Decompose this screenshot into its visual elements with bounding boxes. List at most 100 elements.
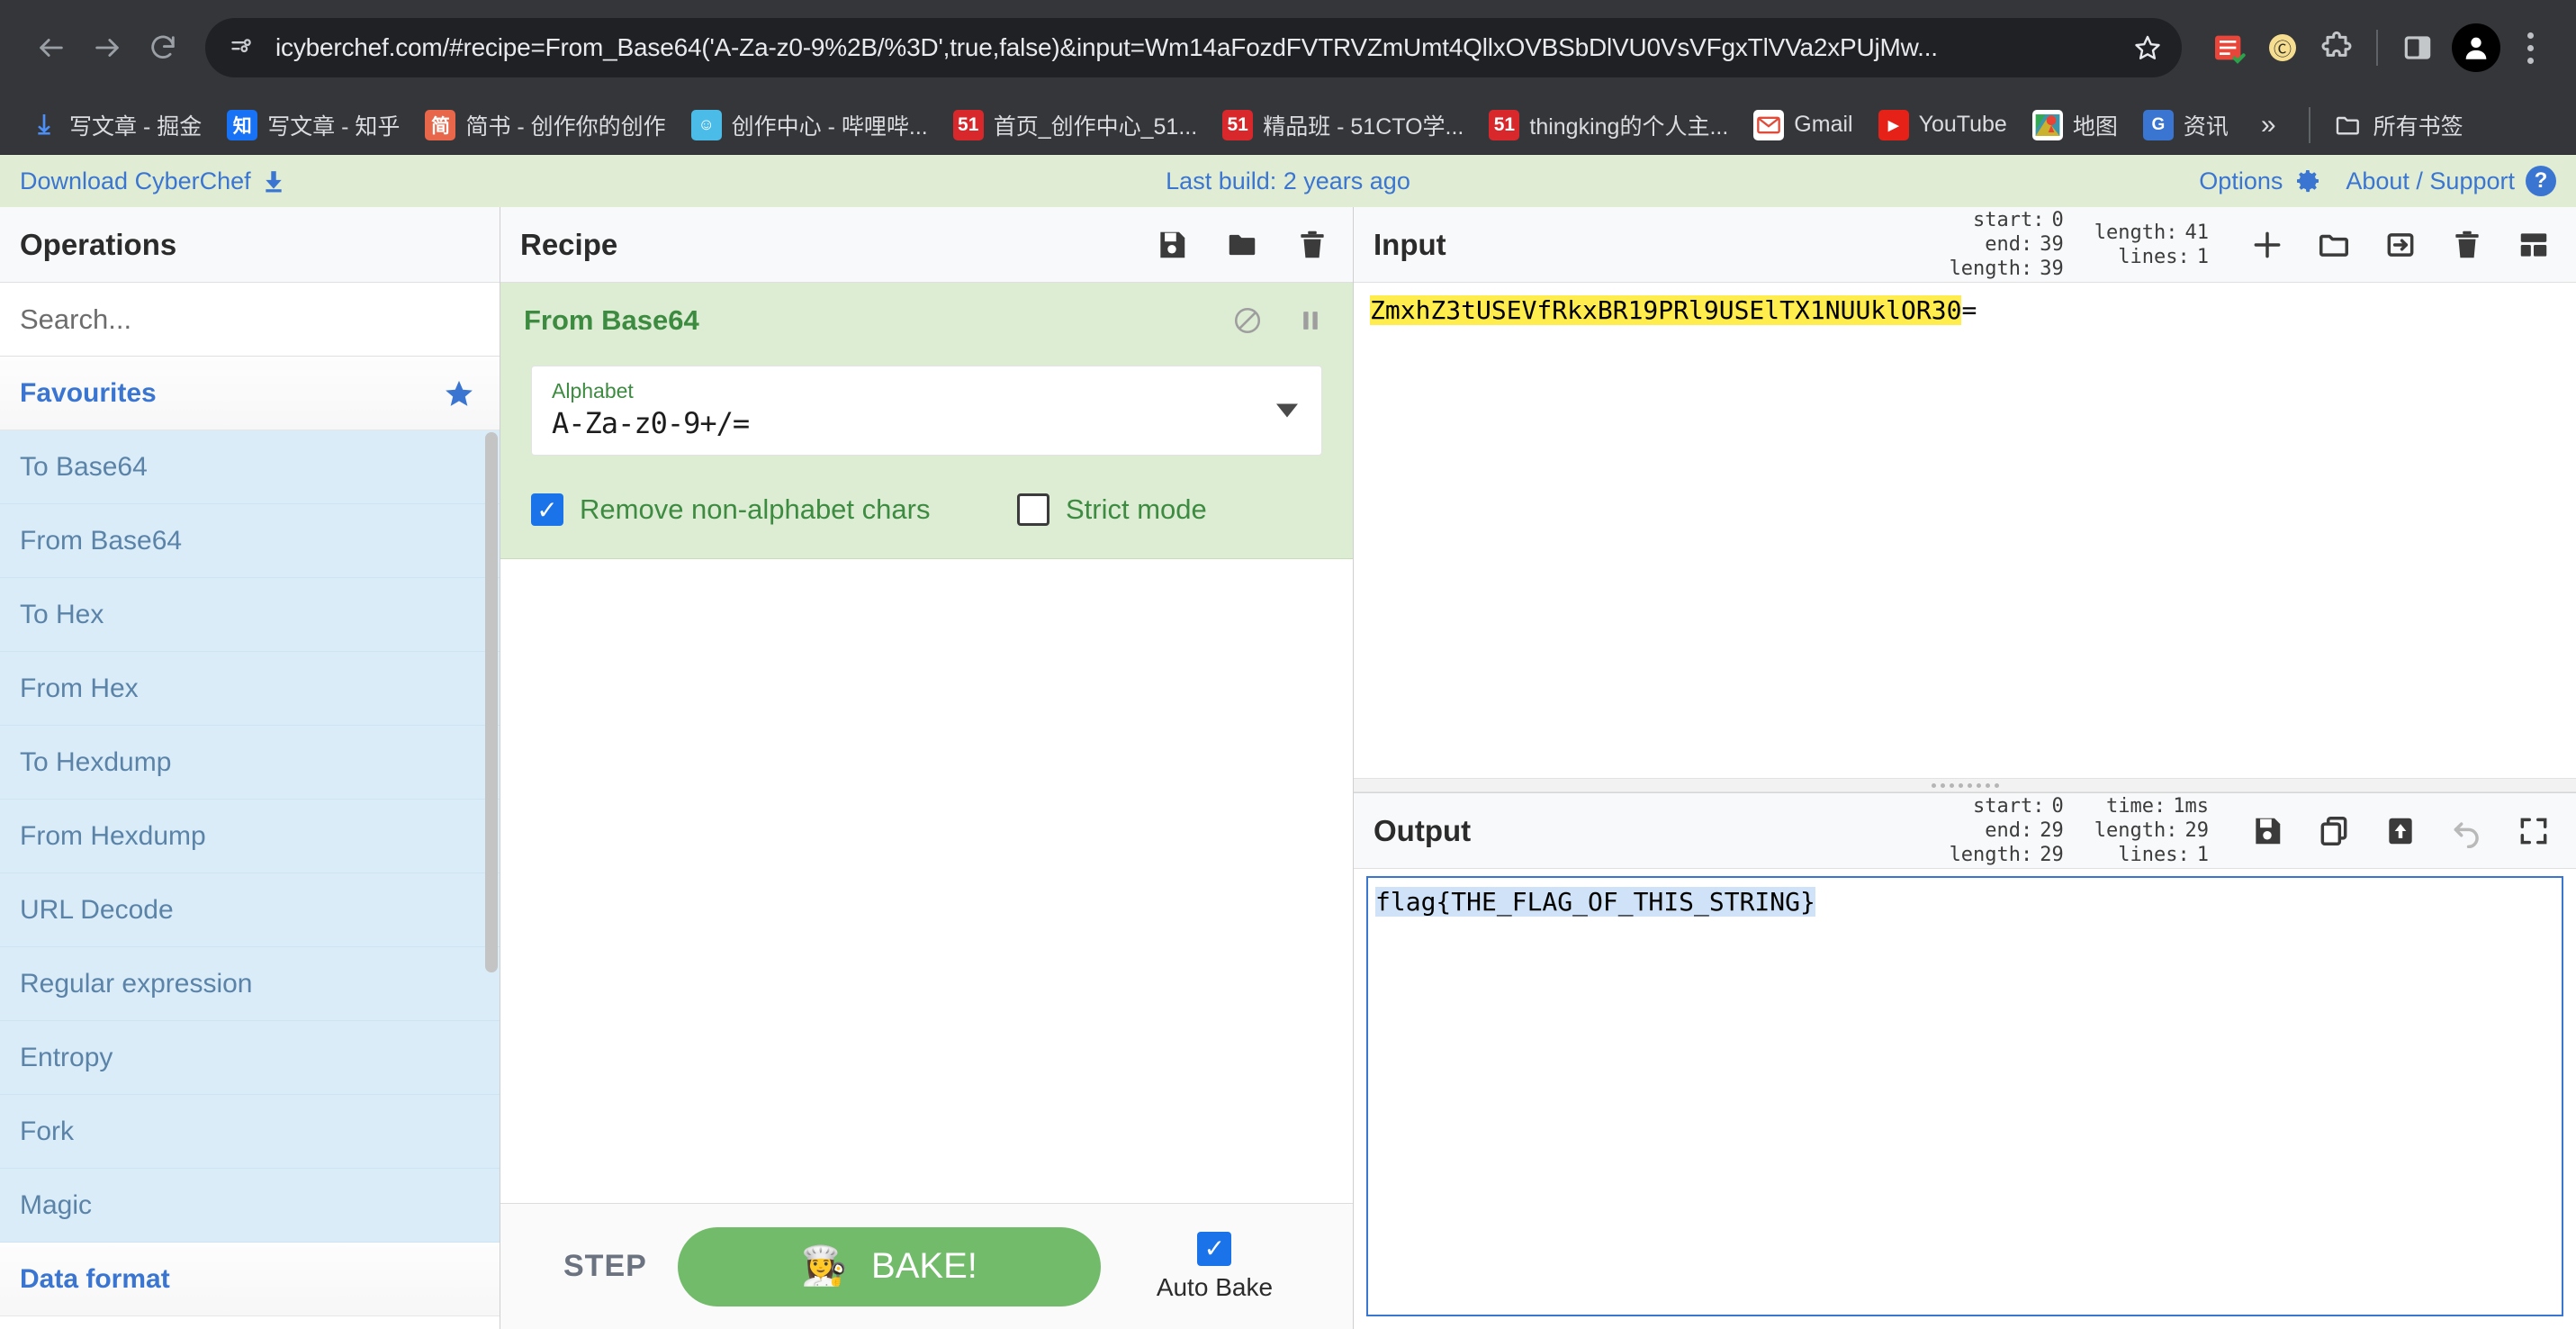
input-text-tail: = — [1961, 295, 1977, 325]
forward-arrow-icon[interactable] — [79, 20, 135, 76]
step-button[interactable]: STEP — [533, 1249, 678, 1284]
ops-item-url-decode[interactable]: URL Decode — [0, 873, 500, 947]
breakpoint-icon[interactable] — [1295, 305, 1326, 336]
save-icon[interactable] — [1155, 228, 1189, 262]
chevron-down-icon[interactable] — [1276, 404, 1298, 418]
ops-item-from-hex[interactable]: From Hex — [0, 652, 500, 726]
bookmark-item[interactable]: ⤓ 写文章 - 掘金 — [16, 104, 214, 147]
bookmark-label: thingking的个人主... — [1529, 109, 1728, 141]
operations-title: Operations — [20, 228, 176, 262]
bookmark-item[interactable]: ▶ YouTube — [1866, 104, 2020, 146]
ops-item-from-hexdump[interactable]: From Hexdump — [0, 800, 500, 873]
bookmarks-divider — [2309, 107, 2310, 143]
replace-input-icon[interactable] — [2383, 814, 2418, 848]
ops-item-label: Magic — [20, 1190, 92, 1221]
checkbox-label: Remove non-alphabet chars — [580, 493, 930, 526]
recipe-operations-list[interactable]: From Base64 Alphabet A-Za-z0-9+/= — [500, 283, 1353, 1203]
puzzle-icon[interactable] — [2310, 21, 2364, 75]
search-input[interactable] — [0, 283, 500, 357]
bookmark-item[interactable]: 51 精品班 - 51CTO学... — [1210, 104, 1476, 147]
bookmark-star-icon[interactable] — [2133, 33, 2162, 62]
alphabet-field[interactable]: Alphabet A-Za-z0-9+/= — [531, 366, 1322, 456]
checkbox-unchecked-icon[interactable] — [1017, 493, 1049, 526]
51cto-icon: 51 — [1489, 110, 1519, 140]
options-button[interactable]: Options — [2199, 167, 2322, 195]
juejin-icon: ⤓ — [29, 110, 59, 140]
checkbox-checked-icon[interactable]: ✓ — [1197, 1232, 1231, 1266]
bookmark-item[interactable]: 51 首页_创作中心_51... — [941, 104, 1210, 147]
ops-item-label: Entropy — [20, 1043, 113, 1073]
folder-icon[interactable] — [1225, 228, 1259, 262]
reload-icon[interactable] — [135, 20, 191, 76]
star-icon[interactable] — [444, 378, 474, 409]
recipe-operation-from-base64[interactable]: From Base64 Alphabet A-Za-z0-9+/= — [500, 283, 1353, 559]
checkbox-label: Strict mode — [1066, 493, 1207, 526]
output-editor[interactable]: flag{THE_FLAG_OF_THIS_STRING} — [1366, 876, 2563, 1316]
output-length-label: length: — [1950, 844, 2033, 866]
output-title-bar: Output start:0 end:29 length:29 time:1ms… — [1354, 793, 2576, 869]
operations-list[interactable]: Favourites To Base64 From Base64 To Hex … — [0, 357, 500, 1329]
ops-category-data-format[interactable]: Data format — [0, 1243, 500, 1316]
ops-item-to-hexdump[interactable]: To Hexdump — [0, 726, 500, 800]
bake-button[interactable]: 👩‍🍳 BAKE! — [678, 1227, 1101, 1306]
save-output-icon[interactable] — [2250, 814, 2284, 848]
auto-bake-toggle[interactable]: ✓ Auto Bake — [1157, 1232, 1273, 1302]
output-length2-label: length: — [2094, 819, 2178, 842]
ops-item-regular-expression[interactable]: Regular expression — [0, 947, 500, 1021]
bookmark-item[interactable]: 简 简书 - 创作你的创作 — [412, 104, 678, 147]
input-length-label: length: — [1950, 258, 2033, 280]
import-icon[interactable] — [2383, 228, 2418, 262]
bookmarks-overflow-button[interactable]: » — [2241, 110, 2296, 140]
open-folder-icon[interactable] — [2317, 228, 2351, 262]
about-support-button[interactable]: About / Support ? — [2346, 166, 2556, 196]
input-lines-label: lines: — [2118, 246, 2189, 268]
toolbar-divider — [2376, 30, 2378, 66]
address-bar[interactable]: icyberchef.com/#recipe=From_Base64('A-Za… — [205, 18, 2182, 77]
ops-item-from-base64[interactable]: From Base64 — [0, 504, 500, 578]
disable-icon[interactable] — [1232, 305, 1263, 336]
ops-item-fork[interactable]: Fork — [0, 1095, 500, 1169]
download-cyberchef-link[interactable]: Download CyberChef — [20, 167, 285, 195]
ops-item-label: To Hex — [20, 600, 104, 630]
site-settings-icon[interactable] — [218, 23, 266, 72]
io-splitter[interactable] — [1354, 778, 2576, 792]
output-start-value: 0 — [2052, 795, 2064, 818]
ops-item-entropy[interactable]: Entropy — [0, 1021, 500, 1095]
trash-icon[interactable] — [1295, 228, 1329, 262]
checkbox-checked-icon[interactable]: ✓ — [531, 493, 563, 526]
side-panel-icon[interactable] — [2391, 21, 2445, 75]
undo-icon[interactable] — [2450, 814, 2484, 848]
operations-scrollbar[interactable] — [485, 432, 498, 972]
alphabet-value[interactable]: A-Za-z0-9+/= — [552, 406, 1302, 440]
ops-item-to-base64[interactable]: To Base64 — [0, 430, 500, 504]
back-arrow-icon[interactable] — [23, 20, 79, 76]
bookmark-item[interactable]: 知 写文章 - 知乎 — [214, 104, 412, 147]
tabs-layout-icon[interactable] — [2517, 228, 2551, 262]
copy-icon[interactable] — [2317, 814, 2351, 848]
ops-item-to-hex[interactable]: To Hex — [0, 578, 500, 652]
all-bookmarks-button[interactable]: 所有书签 — [2323, 104, 2474, 147]
reading-list-icon[interactable] — [2202, 21, 2256, 75]
bookmark-label: 写文章 - 知乎 — [267, 109, 400, 141]
input-text[interactable]: ZmxhZ3tUSEVfRkxBR19PRl9USElTX1NUUklOR30= — [1370, 295, 2560, 325]
profile-avatar[interactable] — [2452, 23, 2500, 72]
url-text[interactable]: icyberchef.com/#recipe=From_Base64('A-Za… — [275, 33, 2124, 62]
input-text-highlighted: ZmxhZ3tUSEVfRkxBR19PRl9USElTX1NUUklOR30 — [1370, 295, 1961, 325]
bookmark-item[interactable]: 51 thingking的个人主... — [1476, 104, 1741, 147]
output-text[interactable]: flag{THE_FLAG_OF_THIS_STRING} — [1375, 887, 2554, 917]
input-title-bar: Input start:0 end:39 length:39 length:41… — [1354, 207, 2576, 283]
input-editor[interactable]: ZmxhZ3tUSEVfRkxBR19PRl9USElTX1NUUklOR30= — [1354, 283, 2576, 778]
ops-category-favourites[interactable]: Favourites — [0, 357, 500, 430]
maximise-icon[interactable] — [2517, 814, 2551, 848]
extension-m-icon[interactable]: Ⓒ — [2256, 21, 2310, 75]
bookmark-item[interactable]: G 资讯 — [2130, 104, 2241, 147]
ops-item-magic[interactable]: Magic — [0, 1169, 500, 1243]
bookmark-item[interactable]: 地图 — [2020, 104, 2130, 147]
remove-non-alphabet-chars-checkbox[interactable]: ✓ Remove non-alphabet chars — [531, 493, 1017, 526]
add-tab-icon[interactable] — [2250, 228, 2284, 262]
clear-icon[interactable] — [2450, 228, 2484, 262]
strict-mode-checkbox[interactable]: Strict mode — [1017, 493, 1207, 526]
bookmark-item[interactable]: ☺ 创作中心 - 哔哩哔... — [679, 104, 941, 147]
browser-menu-icon[interactable] — [2508, 21, 2553, 75]
bookmark-item[interactable]: Gmail — [1741, 104, 1865, 146]
